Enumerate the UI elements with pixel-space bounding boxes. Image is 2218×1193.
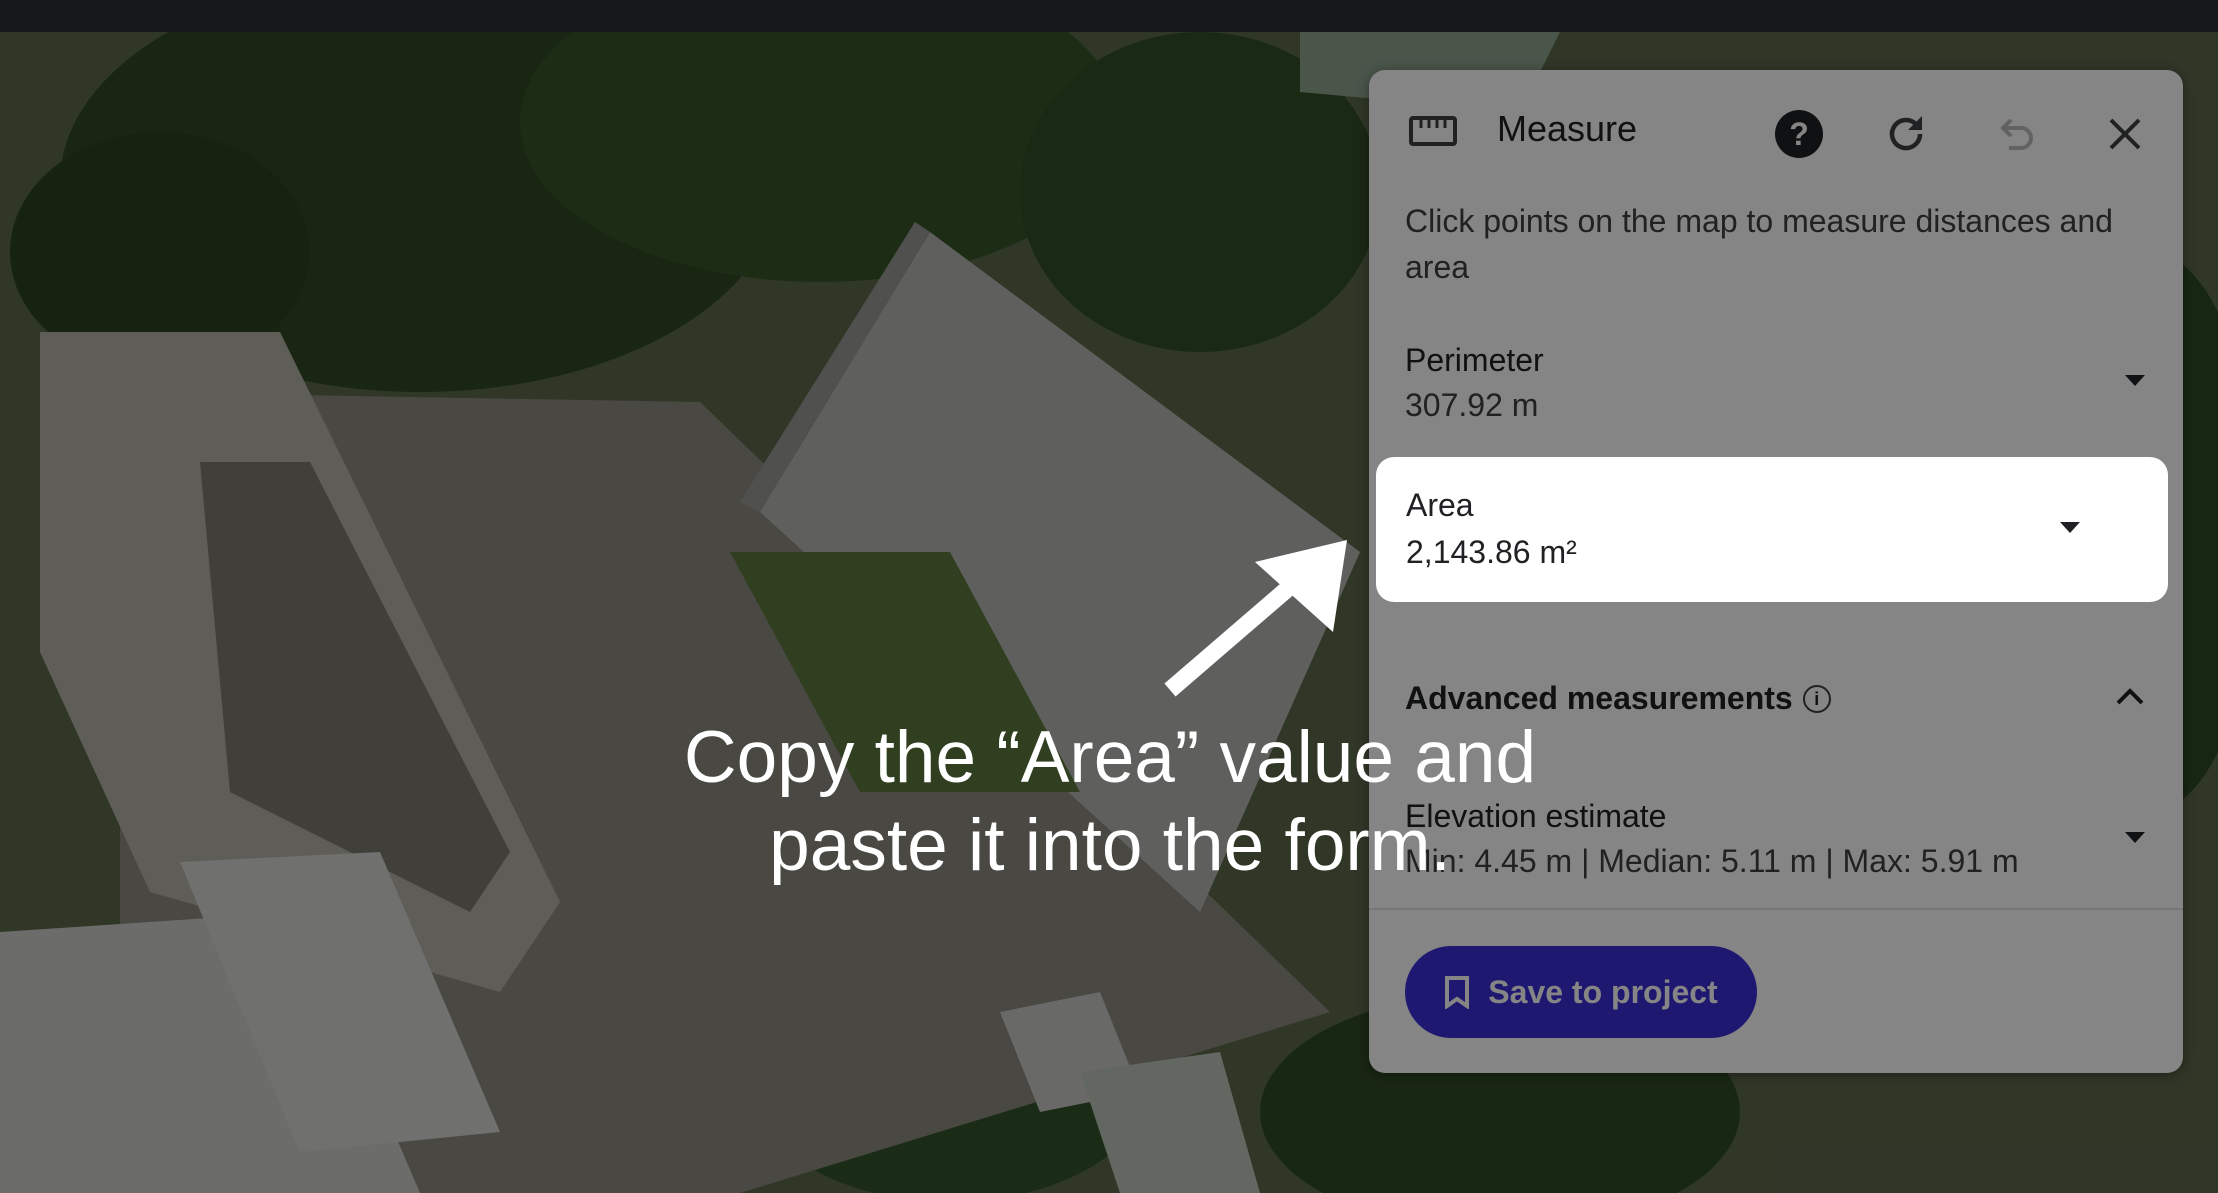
instruction-line-1: Copy the “Area” value and <box>683 717 1537 798</box>
pointer-arrow-icon <box>1164 540 1347 697</box>
area-row[interactable]: Area 2,143.86 m² <box>1376 457 2168 602</box>
instruction-caption: Copy the “Area” value and paste it into … <box>680 714 1540 890</box>
area-label: Area <box>1406 487 1474 523</box>
area-expand-icon[interactable] <box>2060 522 2080 533</box>
instruction-line-2: paste it into the form. <box>769 805 1451 886</box>
area-value: 2,143.86 m² <box>1406 534 1577 570</box>
